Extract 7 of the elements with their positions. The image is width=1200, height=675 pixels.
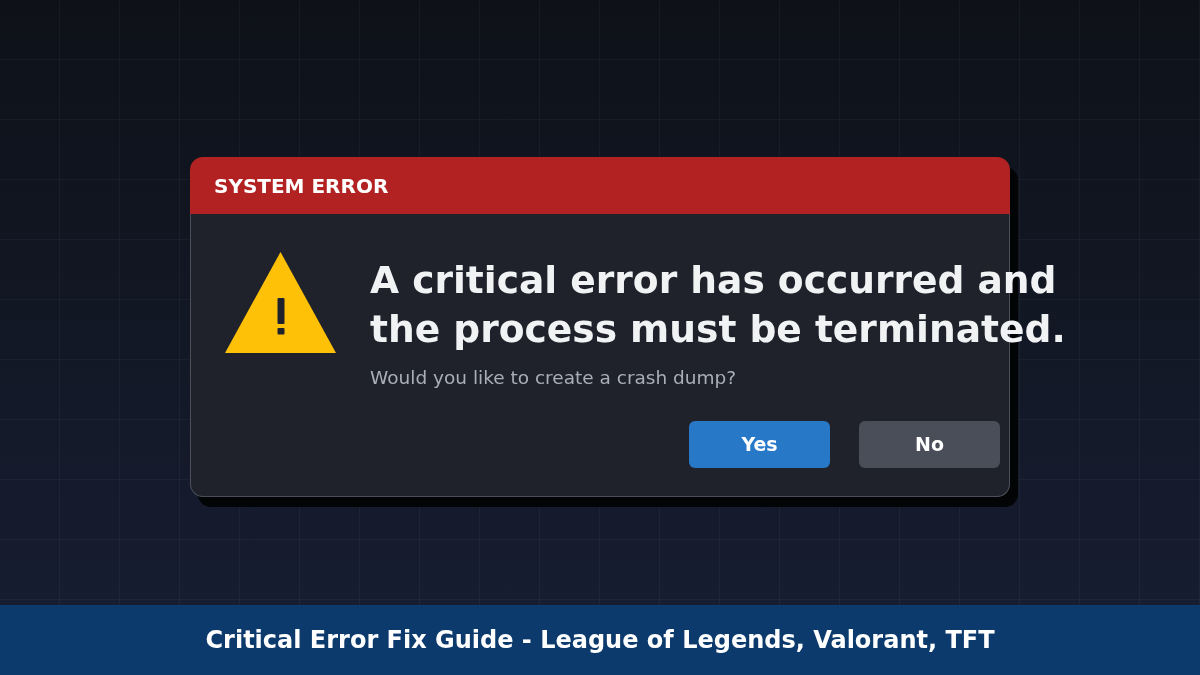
no-button[interactable]: No	[859, 421, 1000, 468]
dialog-title: SYSTEM ERROR	[214, 175, 389, 196]
banner-title: Critical Error Fix Guide - League of Legends, Valorant, TFT	[205, 625, 995, 656]
error-message: Would you like to create a crash dump?	[370, 366, 738, 390]
warning-icon	[225, 252, 336, 353]
yes-button[interactable]: Yes	[689, 421, 830, 468]
error-heading: A critical error has occurred and the process must be terminated.	[370, 257, 1067, 353]
